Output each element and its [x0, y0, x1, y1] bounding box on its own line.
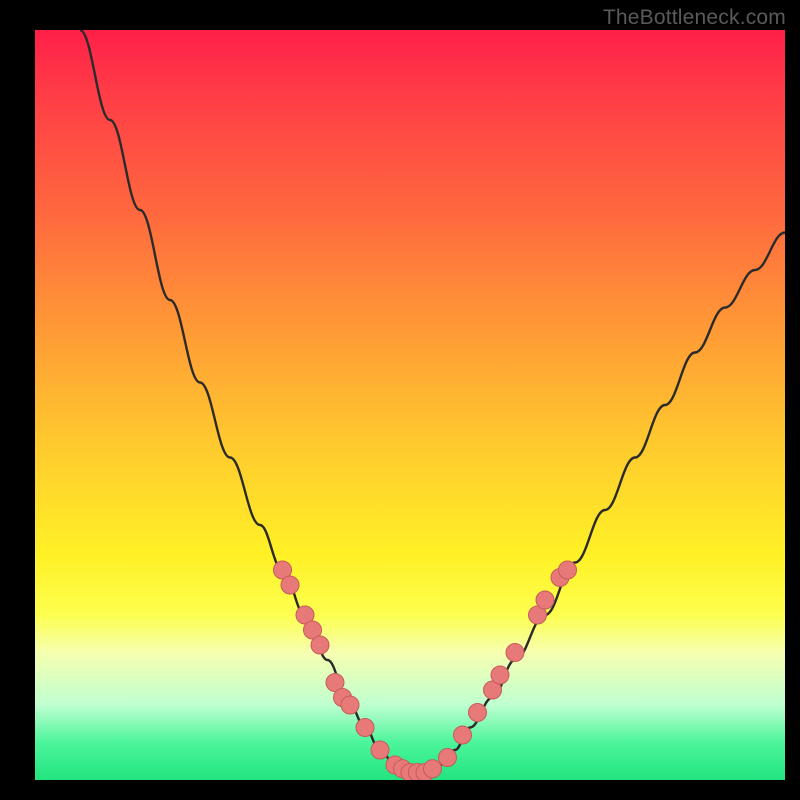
- data-marker: [469, 704, 487, 722]
- marker-group: [274, 561, 577, 780]
- data-marker: [424, 760, 442, 778]
- data-marker: [559, 561, 577, 579]
- outer-frame: TheBottleneck.com: [0, 0, 800, 800]
- chart-svg: [35, 30, 785, 780]
- data-marker: [371, 741, 389, 759]
- data-marker: [439, 749, 457, 767]
- data-marker: [454, 726, 472, 744]
- data-marker: [311, 636, 329, 654]
- bottleneck-curve: [80, 30, 785, 773]
- data-marker: [491, 666, 509, 684]
- data-marker: [356, 719, 374, 737]
- data-marker: [281, 576, 299, 594]
- data-marker: [341, 696, 359, 714]
- watermark-text: TheBottleneck.com: [603, 6, 786, 30]
- data-marker: [506, 644, 524, 662]
- data-marker: [536, 591, 554, 609]
